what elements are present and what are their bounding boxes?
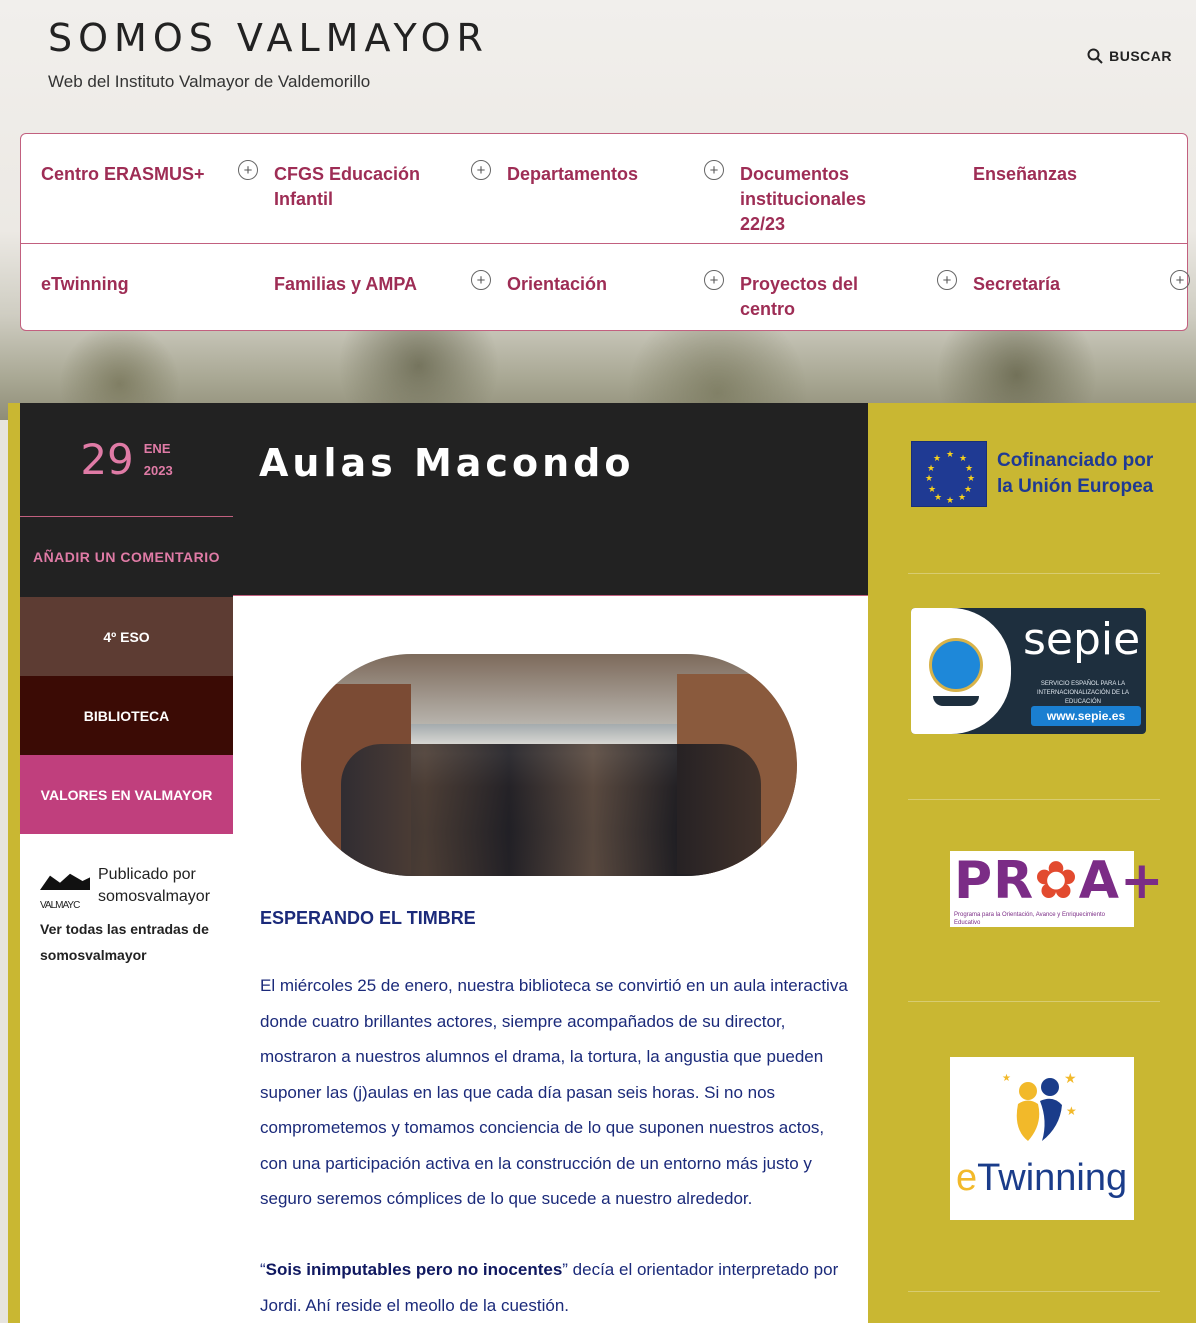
menu-item-documentos[interactable]: Documentos institucionales 22/23 xyxy=(720,134,953,243)
etwinning-wordmark: eTwinning xyxy=(956,1157,1127,1200)
etwinning-banner[interactable]: ★ ★ ★ eTwinning xyxy=(950,1057,1134,1220)
eu-text-line2: la Unión Europea xyxy=(997,476,1154,497)
avatar-text: VALMAYC xyxy=(40,900,80,911)
menu-item-label: Orientación xyxy=(507,274,608,294)
svg-text:★: ★ xyxy=(1064,1070,1077,1086)
date-month-year: ENE 2023 xyxy=(144,438,173,482)
photo-crowd xyxy=(341,744,761,876)
sepie-name: sepie xyxy=(1023,614,1141,665)
post-header: Aulas Macondo xyxy=(233,403,868,596)
post-title[interactable]: Aulas Macondo xyxy=(259,441,634,485)
sidebar-divider xyxy=(908,799,1160,800)
author-name[interactable]: somosvalmayor xyxy=(98,886,210,908)
menu-item-departamentos[interactable]: Departamentos + xyxy=(487,134,724,243)
content-area: 29 ENE 2023 AÑADIR UN COMENTARIO 4º ESO … xyxy=(8,403,1196,1323)
post-photo[interactable] xyxy=(301,654,797,876)
sidebar-divider xyxy=(908,1291,1160,1292)
svg-text:★: ★ xyxy=(1066,1104,1077,1118)
category-4eso[interactable]: 4º ESO xyxy=(20,597,233,676)
sidebar-divider xyxy=(908,573,1160,574)
menu-row: Centro ERASMUS+ + CFGS Educación Infanti… xyxy=(21,134,1187,244)
menu-item-orientacion[interactable]: Orientación + xyxy=(487,244,724,332)
sepie-banner[interactable]: sepie SERVICIO ESPAÑOL PARA LA INTERNACI… xyxy=(911,608,1146,734)
post-date[interactable]: 29 ENE 2023 xyxy=(20,403,233,517)
eu-cofinanced-banner[interactable]: ★ ★ ★ ★ ★ ★ ★ ★ ★ ★ ★ ★ Cofinanciado por… xyxy=(911,441,1153,507)
menu-item-label: eTwinning xyxy=(41,274,129,294)
sepie-url: www.sepie.es xyxy=(1031,706,1141,726)
etwinning-figure-icon: ★ ★ ★ xyxy=(1002,1070,1077,1141)
author-box: VALMAYC Publicado por somosvalmayor xyxy=(20,834,233,918)
proa-logo: PR✿A+ xyxy=(954,851,1165,911)
author-byline: Publicado por somosvalmayor xyxy=(98,864,210,918)
date-day: 29 xyxy=(80,435,134,484)
etwinning-rest: Twinning xyxy=(977,1157,1128,1199)
sidebar-divider xyxy=(908,1001,1160,1002)
menu-item-label: Proyectos del centro xyxy=(740,274,859,319)
eu-text-line1: Cofinanciado por xyxy=(997,450,1154,471)
quote-text: Sois inimputables pero no inocentes xyxy=(265,1260,563,1279)
post-paragraph: El miércoles 25 de enero, nuestra biblio… xyxy=(260,976,848,1208)
proa-subtitle: Programa para la Orientación, Avance y E… xyxy=(954,912,1105,926)
post-paragraph-quote: “Sois inimputables pero no inocentes” de… xyxy=(260,1260,839,1315)
menu-item-label: Enseñanzas xyxy=(973,164,1078,184)
author-posts-link[interactable]: Ver todas las entradas de somosvalmayor xyxy=(20,916,233,968)
site-description: Web del Instituto Valmayor de Valdemoril… xyxy=(48,72,371,91)
globe-icon xyxy=(929,638,983,692)
menu-item-familias[interactable]: Familias y AMPA + xyxy=(254,244,491,332)
menu-row: eTwinning Familias y AMPA + Orientación … xyxy=(21,244,1190,332)
post-meta-column: 29 ENE 2023 AÑADIR UN COMENTARIO 4º ESO … xyxy=(20,403,233,1323)
menu-item-label: Documentos institucionales 22/23 xyxy=(740,164,867,234)
eu-flag-icon: ★ ★ ★ ★ ★ ★ ★ ★ ★ ★ ★ ★ xyxy=(911,441,987,507)
sidebar: ★ ★ ★ ★ ★ ★ ★ ★ ★ ★ ★ ★ Cofinanciado por… xyxy=(868,403,1196,1323)
etwinning-e: e xyxy=(956,1157,978,1199)
avatar-mountain xyxy=(40,873,90,890)
post-subheading: ESPERANDO EL TIMBRE xyxy=(260,908,476,928)
category-biblioteca[interactable]: BIBLIOTECA xyxy=(20,676,233,755)
menu-item-label: CFGS Educación Infantil xyxy=(274,164,421,209)
avatar[interactable]: VALMAYC xyxy=(40,866,90,918)
menu-item-proyectos[interactable]: Proyectos del centro + xyxy=(720,244,957,332)
site-title[interactable]: SOMOS VALMAYOR xyxy=(48,16,489,60)
menu-item-secretaria[interactable]: Secretaría + xyxy=(953,244,1190,332)
menu-item-cfgs[interactable]: CFGS Educación Infantil + xyxy=(254,134,491,243)
eu-text: Cofinanciado por la Unión Europea xyxy=(997,448,1153,500)
menu-item-label: Centro ERASMUS+ xyxy=(41,164,205,184)
menu-item-centro-erasmus[interactable]: Centro ERASMUS+ + xyxy=(21,134,258,243)
sepie-description: SERVICIO ESPAÑOL PARA LA INTERNACIONALIZ… xyxy=(1036,681,1129,705)
search-icon xyxy=(1087,48,1103,64)
menu-item-label: Familias y AMPA xyxy=(274,274,418,294)
search-label: BUSCAR xyxy=(1109,48,1172,64)
plus-circle-icon[interactable]: + xyxy=(1170,270,1190,290)
svg-text:★: ★ xyxy=(1002,1073,1011,1084)
author-prefix: Publicado por xyxy=(98,866,196,883)
post-body: ESPERANDO EL TIMBRE El miércoles 25 de e… xyxy=(233,596,868,1323)
menu-item-etwinning[interactable]: eTwinning xyxy=(21,244,254,332)
search-button[interactable]: BUSCAR xyxy=(1087,48,1172,64)
menu-item-label: Secretaría xyxy=(973,274,1061,294)
menu-item-ensenanzas[interactable]: Enseñanzas xyxy=(953,134,1186,243)
main-menu: Centro ERASMUS+ + CFGS Educación Infanti… xyxy=(20,133,1190,332)
book-icon xyxy=(933,696,979,706)
menu-item-label: Departamentos xyxy=(507,164,639,184)
category-valores[interactable]: VALORES EN VALMAYOR xyxy=(20,755,233,834)
date-month: ENE xyxy=(143,440,171,456)
add-comment-link[interactable]: AÑADIR UN COMENTARIO xyxy=(20,517,233,597)
proa-banner[interactable]: PR✿A+ Programa para la Orientación, Avan… xyxy=(950,851,1164,927)
date-year: 2023 xyxy=(143,462,173,478)
